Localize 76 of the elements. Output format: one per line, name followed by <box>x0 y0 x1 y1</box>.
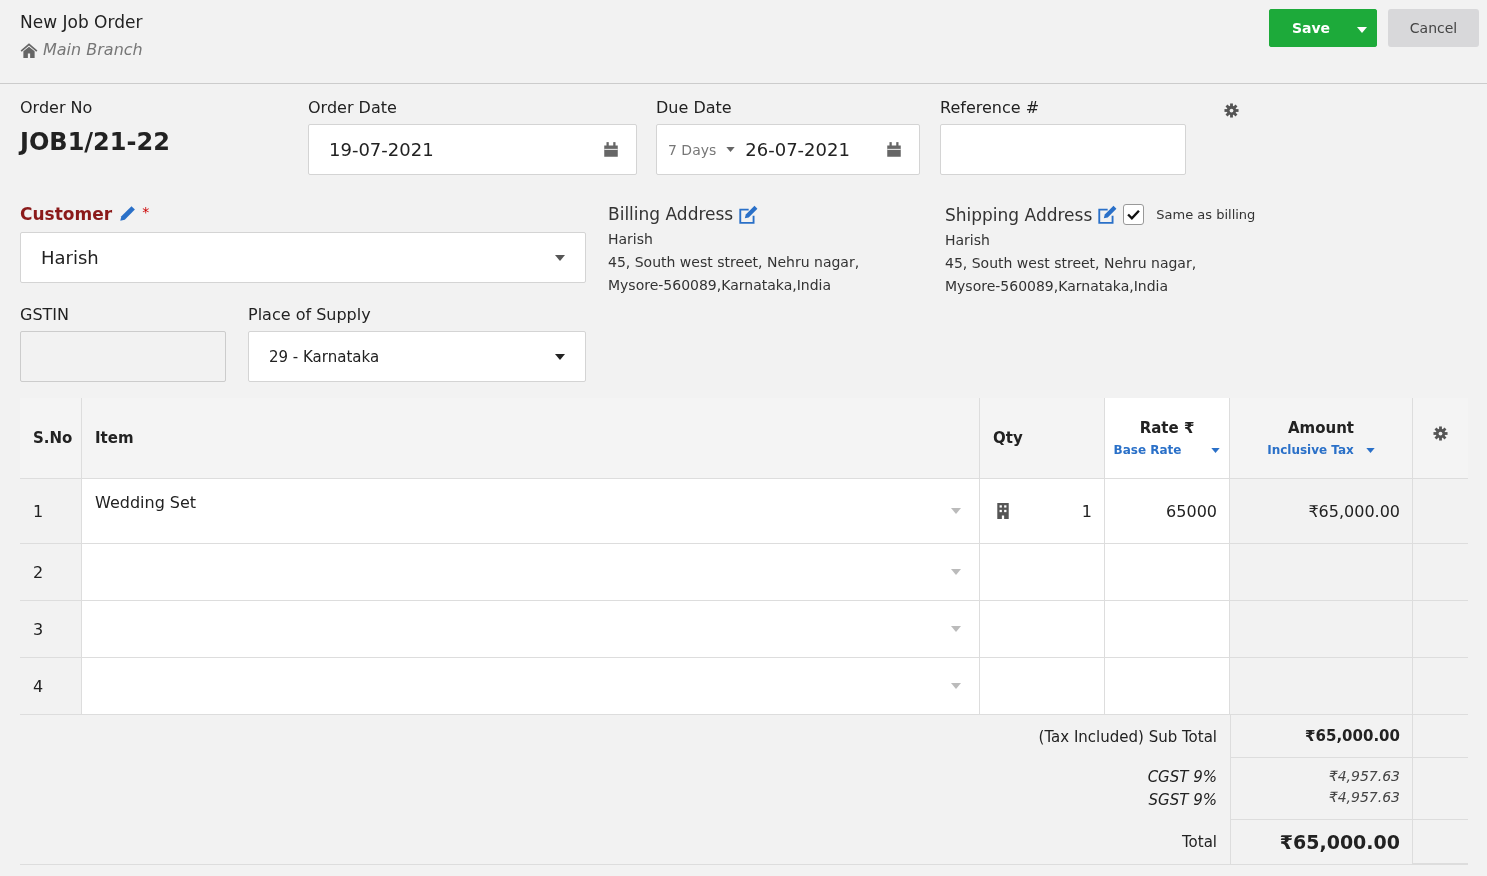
rate-field[interactable] <box>1105 544 1230 600</box>
field-label: Reference # <box>940 98 1041 117</box>
required-mark: * <box>142 204 150 220</box>
address-line: Mysore-560089,Karnataka,India <box>608 276 833 295</box>
edit-icon[interactable] <box>1096 205 1118 224</box>
subtotal-label: (Tax Included) Sub Total <box>1037 726 1218 748</box>
home-icon <box>20 41 38 58</box>
caret-icon <box>951 683 961 689</box>
due-date-value[interactable]: 26-07-2021 <box>745 139 885 160</box>
reference-input[interactable] <box>940 124 1186 175</box>
total-value: ₹65,000.00 <box>1230 820 1413 864</box>
item-select[interactable] <box>82 658 980 714</box>
column-header: Rate ₹ <box>1139 419 1195 437</box>
rate-field[interactable] <box>1105 601 1230 657</box>
cancel-button[interactable]: Cancel <box>1388 9 1479 47</box>
rate-mode-dropdown[interactable]: Base Rate <box>1113 443 1221 457</box>
field-label: GSTIN <box>20 305 70 324</box>
customer-label: Customer <box>20 204 113 224</box>
field-label: Place of Supply <box>248 305 372 324</box>
settings-icon[interactable] <box>1433 425 1448 441</box>
address-line: Mysore-560089,Karnataka,India <box>945 277 1170 296</box>
column-header: Item <box>82 398 980 478</box>
checkmark-icon <box>1127 209 1141 220</box>
customer-select[interactable]: Harish <box>20 232 586 283</box>
total-label: Total <box>1180 832 1218 853</box>
address-line: 45, South west street, Nehru nagar, <box>608 253 861 272</box>
quantity-field[interactable]: 1 <box>980 479 1105 543</box>
quantity-field[interactable] <box>980 601 1105 657</box>
checkbox-label: Same as billing <box>1156 207 1256 222</box>
place-of-supply-select[interactable]: 29 - Karnataka <box>248 331 586 382</box>
address-line: 45, South west street, Nehru nagar, <box>945 254 1198 273</box>
address-heading: Shipping Address <box>945 204 1093 225</box>
settings-icon[interactable] <box>1224 103 1239 118</box>
caret-icon <box>1365 447 1375 453</box>
address-line: Harish <box>608 230 654 249</box>
order-number: JOB1/21-22 <box>20 128 171 156</box>
caret-icon <box>951 626 961 632</box>
rate-field[interactable] <box>1105 658 1230 714</box>
rate-field[interactable]: 65000 <box>1105 479 1230 543</box>
edit-icon[interactable] <box>737 204 759 224</box>
field-label: Order No <box>20 98 94 117</box>
caret-icon <box>1211 447 1221 453</box>
gstin-input[interactable] <box>20 331 226 382</box>
field-label: Order Date <box>308 98 398 117</box>
due-term-dropdown[interactable]: 7 Days <box>668 141 736 158</box>
tax-value: ₹4,957.63 <box>1328 768 1400 784</box>
page-title: New Job Order <box>20 12 143 32</box>
column-header: S.No <box>20 398 82 478</box>
address-line: Harish <box>945 231 991 250</box>
same-as-billing-checkbox[interactable] <box>1123 204 1145 225</box>
building-icon <box>996 503 1010 519</box>
caret-icon <box>726 147 736 152</box>
calendar-icon[interactable] <box>885 140 903 159</box>
subtotal-value: ₹65,000.00 <box>1230 715 1413 758</box>
item-select[interactable]: Wedding Set <box>82 479 980 543</box>
column-header: Amount <box>1287 419 1355 437</box>
caret-icon <box>1357 26 1367 33</box>
calendar-icon[interactable] <box>602 140 620 159</box>
caret-icon <box>555 353 565 360</box>
order-date-field[interactable]: 19-07-2021 <box>308 124 637 175</box>
pencil-icon[interactable] <box>118 205 137 223</box>
address-heading: Billing Address <box>608 204 734 224</box>
tax-label: SGST 9% <box>1148 791 1217 809</box>
tax-label: CGST 9% <box>1147 768 1217 786</box>
caret-icon <box>951 508 961 514</box>
quantity-field[interactable] <box>980 544 1105 600</box>
caret-icon <box>951 569 961 575</box>
item-select[interactable] <box>82 544 980 600</box>
caret-icon <box>555 254 565 261</box>
amount-value: ₹65,000.00 <box>1230 479 1413 543</box>
tax-value: ₹4,957.63 <box>1328 789 1400 805</box>
quantity-field[interactable] <box>980 658 1105 714</box>
field-label: Due Date <box>656 98 733 117</box>
amount-mode-dropdown[interactable]: Inclusive Tax <box>1267 443 1375 457</box>
branch-name: Main Branch <box>43 40 143 59</box>
item-select[interactable] <box>82 601 980 657</box>
